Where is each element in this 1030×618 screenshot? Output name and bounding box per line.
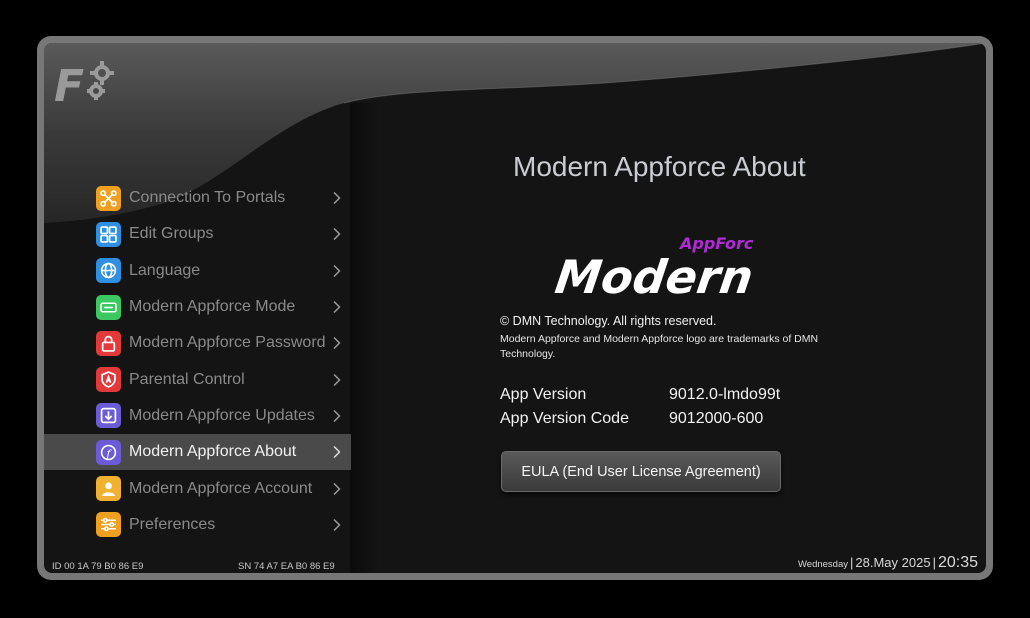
lock-icon [96,330,121,356]
chevron-right-icon [333,192,341,205]
mode-icon [96,294,121,320]
menu-item-label: Modern Appforce Updates [129,406,315,424]
menu-item-modern-appforce-about[interactable]: f Modern Appforce About [44,434,351,471]
status-separator: | [850,555,854,570]
svg-text:f: f [106,446,113,459]
network-icon [96,185,121,211]
screen: F Connection To Portals Edit Groups Lang… [44,43,986,573]
device-id: ID 00 1A 79 B0 86 E9 [52,561,144,572]
tv-frame: F Connection To Portals Edit Groups Lang… [37,36,993,580]
menu-item-label: Modern Appforce Mode [129,298,296,316]
menu-item-language[interactable]: Language [44,253,351,289]
menu-item-label: Preferences [129,515,216,533]
menu-item-modern-appforce-password[interactable]: Modern Appforce Password [44,325,351,361]
settings-menu: Connection To Portals Edit Groups Langua… [44,180,351,543]
info-icon: f [96,439,121,465]
sidebar-divider-shadow [350,103,380,573]
copyright-text: © DMN Technology. All rights reserved. [500,314,717,328]
chevron-right-icon [333,228,341,241]
menu-item-preferences[interactable]: Preferences [44,507,351,543]
menu-item-connection-to-portals[interactable]: Connection To Portals [44,180,351,216]
menu-item-label: Connection To Portals [129,189,286,207]
menu-item-edit-groups[interactable]: Edit Groups [44,216,351,252]
menu-item-label: Modern Appforce Account [129,479,313,497]
menu-item-modern-appforce-account[interactable]: Modern Appforce Account [44,470,351,506]
chevron-right-icon [333,373,341,386]
app-version-code-label: App Version Code [500,410,629,427]
chevron-right-icon [333,518,341,531]
chevron-right-icon [333,482,341,495]
chevron-right-icon [333,337,341,350]
menu-item-parental-control[interactable]: Parental Control [44,361,351,397]
status-time: 20:35 [937,554,978,571]
app-version-label: App Version [500,386,587,403]
globe-icon [96,258,121,284]
menu-item-label: Modern Appforce About [129,443,297,461]
trademark-text: Modern Appforce and Modern Appforce logo… [500,333,819,360]
device-serial-number: SN 74 A7 EA B0 86 E9 [238,561,335,572]
chevron-right-icon [333,301,341,314]
chevron-right-icon [333,446,341,459]
groups-icon [96,221,121,247]
shield-icon [96,367,121,393]
app-version-code-value: 9012000-600 [669,410,764,427]
app-logo: F [52,57,118,112]
status-separator: | [932,555,936,570]
status-bar: Wednesday | 28.May 2025 | 20:35 [798,554,978,572]
user-icon [96,476,121,502]
eula-button[interactable]: EULA (End User License Agreement) [501,451,781,492]
brand-logo: AppForce Modern [554,234,754,303]
menu-item-modern-appforce-mode[interactable]: Modern Appforce Mode [44,289,351,325]
sliders-icon [96,512,121,538]
chevron-right-icon [333,264,341,277]
status-date: 28.May 2025 [855,555,931,570]
app-version-value: 9012.0-lmdo99t [669,386,781,403]
brand-main-text: Modern [554,250,754,303]
status-day: Wednesday [798,559,848,570]
menu-item-label: Parental Control [129,370,245,388]
chevron-right-icon [333,409,341,422]
page-title: Modern Appforce About [513,151,806,182]
menu-item-label: Modern Appforce Password [129,334,326,352]
menu-item-label: Language [129,261,201,279]
logo-letter: F [54,61,84,109]
menu-item-label: Edit Groups [129,225,214,243]
menu-item-modern-appforce-updates[interactable]: Modern Appforce Updates [44,398,351,434]
download-icon [96,403,121,429]
